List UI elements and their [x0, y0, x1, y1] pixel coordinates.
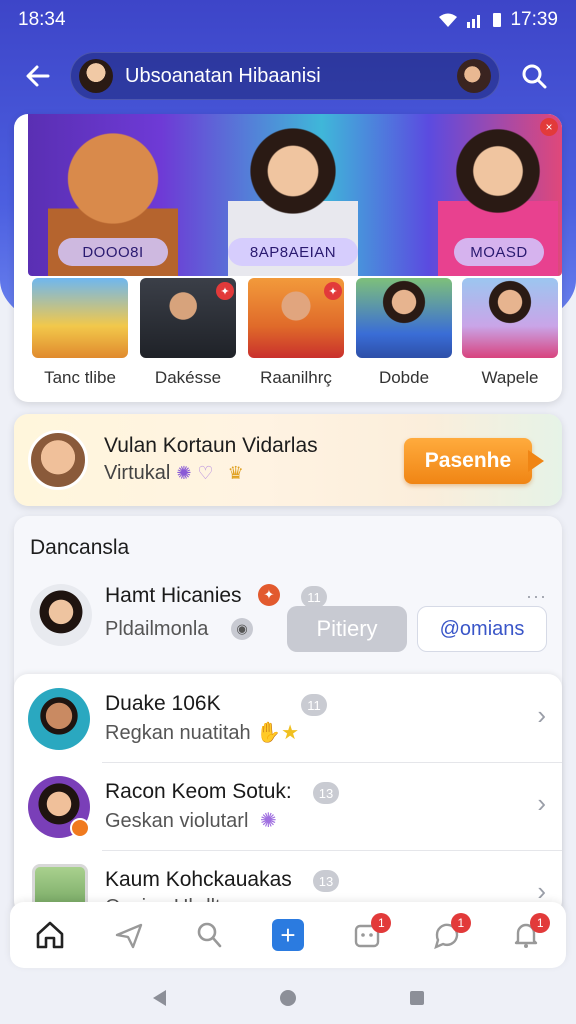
section-title: Dancansla: [30, 536, 130, 559]
thumbnail-label: Wapele: [481, 368, 539, 387]
nav-explore[interactable]: [105, 911, 153, 959]
thumbnail-label: Tanc tlibe: [44, 368, 116, 387]
status-icons: 17:39: [438, 9, 558, 31]
thumbnail-item[interactable]: Wapele: [460, 276, 560, 398]
notification-badge: ✦: [324, 282, 342, 300]
promo-cta-button[interactable]: Pasenhe: [404, 438, 532, 484]
avatar[interactable]: [457, 59, 491, 93]
thumbnail-item[interactable]: ✦ Dakésse: [136, 276, 240, 398]
request-subtitle: Pldailmonla: [105, 618, 209, 640]
item-subtitle-text: Geskan violutarl: [105, 810, 249, 832]
status-time: 18:34: [18, 9, 66, 30]
nav-notifications[interactable]: 1: [502, 911, 551, 959]
chevron-right-icon: ›: [537, 788, 546, 818]
home-circle-icon[interactable]: [278, 988, 298, 1008]
item-name: Duake 106K: [105, 692, 221, 715]
thumbnail-item[interactable]: Dobde: [352, 276, 456, 398]
hero-label[interactable]: MOASD: [454, 238, 544, 266]
list-item[interactable]: Racon Keom Sotuk: 13 Geskan violutarl ✺ …: [14, 762, 562, 850]
featured-banner-card: × DOOO8I 8AP8AEIAN MOASD Tanc tlibe ✦ Da…: [14, 114, 562, 402]
status-bar: 18:34 17:39: [0, 0, 576, 40]
sparkle-icon: ✺: [176, 463, 192, 483]
item-subtitle: Geskan violutarl ✺: [105, 808, 277, 833]
search-icon: [197, 922, 221, 948]
count-badge: 11: [301, 586, 327, 608]
promo-card[interactable]: Vulan Kortaun Vidarlas Virtukal ✺ ♡ ♛ Pa…: [14, 414, 562, 506]
decline-button[interactable]: Pitiery: [287, 606, 407, 652]
promo-subtitle: Virtukal ✺ ♡ ♛: [104, 462, 244, 485]
crown-icon: ♛: [227, 463, 244, 483]
nav-inbox[interactable]: 1: [343, 911, 392, 959]
count-badge: 13: [313, 782, 339, 804]
avatar: [30, 584, 92, 646]
battery-icon: [493, 13, 502, 27]
bottom-navigation: + 1 1 1: [10, 902, 566, 968]
notification-badge: 1: [450, 913, 471, 933]
thumbnail-item[interactable]: ✦ Raanilhrç: [244, 276, 348, 398]
status-time-right: 17:39: [510, 9, 558, 30]
hero-banner[interactable]: × DOOO8I 8AP8AEIAN MOASD: [28, 114, 562, 276]
thumbnail-image: [356, 278, 452, 358]
request-row[interactable]: Hamt Hicanies ✦ 11 ··· Pldailmonla ◉ Pit…: [14, 576, 562, 676]
item-name: Kaum Kohckauakas: [105, 868, 292, 891]
count-badge: 11: [301, 694, 327, 716]
avatar: [79, 59, 113, 93]
nav-search[interactable]: [185, 911, 233, 959]
notification-badge: ✦: [216, 282, 234, 300]
close-icon[interactable]: ×: [540, 118, 558, 136]
hero-label[interactable]: 8AP8AEIAN: [228, 238, 358, 266]
home-icon: [36, 921, 64, 949]
star-icon: ★: [281, 722, 300, 744]
hero-label[interactable]: DOOO8I: [58, 238, 168, 266]
list-item[interactable]: Duake 106K 11 Regkan nuatitah ✋★ ›: [14, 674, 562, 762]
thumbnail-item[interactable]: Tanc tlibe: [28, 276, 132, 398]
fire-icon: ✦: [258, 584, 280, 606]
avatar: [28, 430, 88, 490]
back-button[interactable]: [12, 50, 64, 102]
search-button[interactable]: [508, 50, 560, 102]
page-title: Ubsoanatan Hibaanisi: [125, 64, 321, 87]
app-bar: Ubsoanatan Hibaanisi: [0, 50, 576, 102]
arrow-tail-icon: [528, 450, 544, 472]
chevron-right-icon: ›: [537, 700, 546, 730]
recents-square-icon[interactable]: [408, 989, 426, 1007]
camera-icon: ◉: [231, 618, 253, 640]
nav-create[interactable]: +: [264, 911, 312, 959]
count-badge: 13: [313, 870, 339, 892]
accept-button[interactable]: @omians: [417, 606, 547, 652]
promo-subtitle-text: Virtukal: [104, 462, 171, 484]
item-name: Racon Keom Sotuk:: [105, 780, 292, 803]
notification-badge: 1: [530, 913, 551, 933]
system-navigation-bar: [0, 972, 576, 1024]
thumbnail-image: [462, 278, 558, 358]
item-subtitle-text: Regkan nuatitah: [105, 722, 251, 744]
wifi-icon: [439, 13, 458, 27]
status-dot-icon: [70, 818, 90, 838]
title-pill[interactable]: Ubsoanatan Hibaanisi: [70, 52, 500, 100]
nav-home[interactable]: [26, 911, 74, 959]
back-triangle-icon[interactable]: [150, 988, 168, 1008]
sparkle-icon: ✺: [259, 810, 277, 832]
signal-icon: [467, 15, 481, 28]
plus-icon: +: [271, 919, 304, 951]
thumbnail-image: [32, 278, 128, 358]
thumbnail-label: Raanilhrç: [260, 368, 332, 387]
hand-icon: ✋: [256, 722, 282, 744]
search-icon: [522, 64, 547, 89]
avatar: [28, 688, 90, 750]
more-options-icon[interactable]: ···: [526, 586, 547, 607]
item-subtitle: Regkan nuatitah ✋★: [105, 720, 299, 745]
nav-chat[interactable]: 1: [423, 911, 471, 959]
back-arrow-icon: [26, 65, 50, 87]
paper-plane-icon: [115, 923, 143, 949]
promo-title: Vulan Kortaun Vidarlas: [104, 434, 318, 457]
thumbnail-strip: Tanc tlibe ✦ Dakésse ✦ Raanilhrç Dobde W…: [28, 276, 562, 398]
thumbnail-label: Dakésse: [154, 368, 222, 387]
request-name: Hamt Hicanies: [105, 584, 242, 607]
conversation-list: Duake 106K 11 Regkan nuatitah ✋★ › Racon…: [14, 674, 562, 914]
thumbnail-label: Dobde: [378, 368, 430, 387]
heart-icon: ♡: [197, 463, 214, 483]
notification-badge: 1: [371, 913, 392, 933]
